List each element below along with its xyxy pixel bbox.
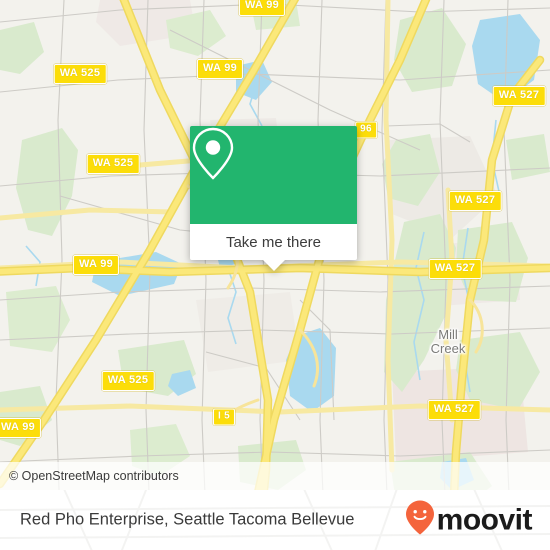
screenshot-root: Mill Creek WA 99 WA 525 WA 99 WA 527 WA … bbox=[0, 0, 550, 550]
take-me-there-label: Take me there bbox=[225, 233, 322, 251]
road-shield-wa525-bottom[interactable]: WA 525 bbox=[101, 371, 155, 391]
road-shield-wa525-topleft[interactable]: WA 525 bbox=[53, 64, 107, 84]
attribution-text[interactable]: © OpenStreetMap contributors bbox=[0, 469, 179, 483]
card-pointer-tail bbox=[262, 260, 285, 271]
road-shield-wa99-upper[interactable]: WA 99 bbox=[196, 59, 244, 79]
road-shield-wa527-right[interactable]: WA 527 bbox=[448, 191, 502, 211]
bottom-info-bar: Red Pho Enterprise, Seattle Tacoma Belle… bbox=[0, 490, 550, 550]
moovit-brand[interactable]: moovit bbox=[405, 500, 533, 541]
take-me-there-card[interactable]: Take me there bbox=[190, 126, 357, 271]
road-shield-wa527-topright[interactable]: WA 527 bbox=[492, 86, 546, 106]
road-shield-wa527-bottom[interactable]: WA 527 bbox=[427, 400, 481, 420]
take-me-there-button[interactable]: Take me there bbox=[190, 224, 357, 260]
road-shield-96[interactable]: 96 bbox=[355, 121, 377, 139]
moovit-wordmark: moovit bbox=[436, 503, 533, 536]
card-image-area bbox=[190, 126, 357, 224]
road-shield-wa527-mid[interactable]: WA 527 bbox=[428, 259, 482, 279]
road-shield-wa99-left[interactable]: WA 99 bbox=[72, 255, 120, 275]
road-shield-wa99-top[interactable]: WA 99 bbox=[238, 0, 286, 16]
moovit-smiley-pin-icon bbox=[405, 500, 435, 541]
map-attribution: © OpenStreetMap contributors bbox=[0, 462, 550, 490]
road-shield-wa525-left[interactable]: WA 525 bbox=[86, 154, 140, 174]
road-shield-wa99-bottomleft[interactable]: WA 99 bbox=[0, 418, 42, 438]
map-canvas[interactable]: Mill Creek WA 99 WA 525 WA 99 WA 527 WA … bbox=[0, 0, 550, 550]
road-shield-i5[interactable]: I 5 bbox=[212, 408, 236, 426]
page-title: Red Pho Enterprise, Seattle Tacoma Belle… bbox=[20, 510, 355, 529]
